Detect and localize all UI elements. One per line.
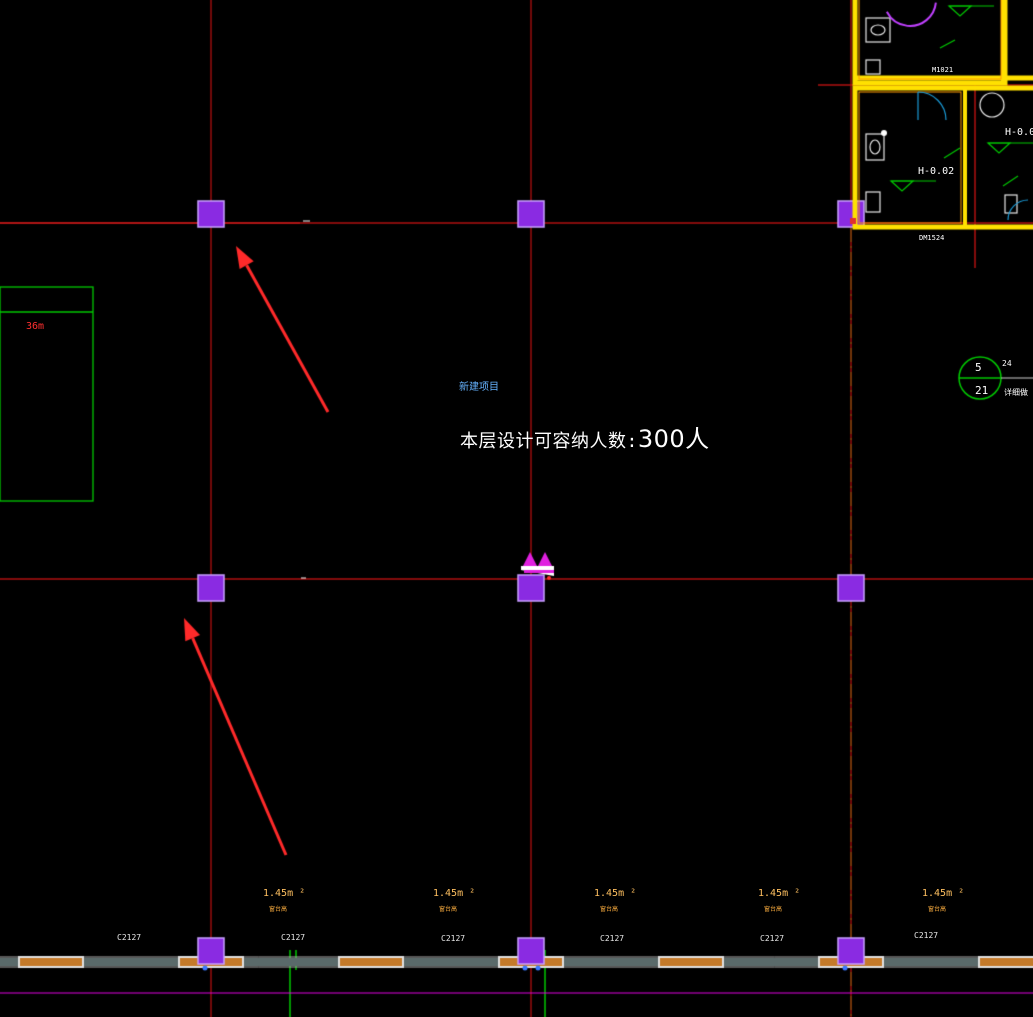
detail-index-note-2: 详细做 (1004, 388, 1028, 397)
window-tag-4: C2127 (600, 934, 625, 943)
sill-elevation-caption-1: 窗台高 (269, 906, 288, 913)
capacity-prefix: 本层设计可容纳人数: (460, 431, 638, 452)
door-tag-bottom: DM1524 (919, 234, 945, 242)
sill-elevation-2: 1.45m ² (433, 888, 476, 899)
level-mark-room1: H-0.02 (918, 166, 955, 177)
window-tag-1: C2127 (117, 933, 142, 942)
detail-index-note: 24 (1002, 359, 1012, 368)
sill-elevation-5: 1.45m ² (922, 888, 965, 899)
capacity-value: 300人 (637, 425, 710, 453)
door-tag-top: M1021 (932, 66, 954, 74)
detail-index-number: 5 (975, 361, 982, 374)
level-mark-room2: H-0.0 (1005, 127, 1033, 138)
window-tag-5: C2127 (760, 934, 785, 943)
window-tag-2: C2127 (281, 933, 306, 942)
cad-drawing-canvas[interactable] (0, 0, 1033, 1017)
sill-elevation-4: 1.45m ² (758, 888, 801, 899)
area-label: 36m (26, 321, 45, 332)
window-tag-3: C2127 (441, 934, 466, 943)
sill-elevation-caption-4: 窗台高 (764, 906, 783, 913)
room-name-label: 新建项目 (459, 382, 499, 393)
sill-elevation-caption-2: 窗台高 (439, 906, 458, 913)
capacity-note: 本层设计可容纳人数:300人 (460, 427, 710, 451)
window-tag-6: C2127 (914, 931, 939, 940)
sill-elevation-3: 1.45m ² (594, 888, 637, 899)
sill-elevation-caption-3: 窗台高 (600, 906, 619, 913)
detail-index-sheet: 21 (975, 384, 989, 397)
sill-elevation-caption-5: 窗台高 (928, 906, 947, 913)
sill-elevation-1: 1.45m ² (263, 888, 306, 899)
